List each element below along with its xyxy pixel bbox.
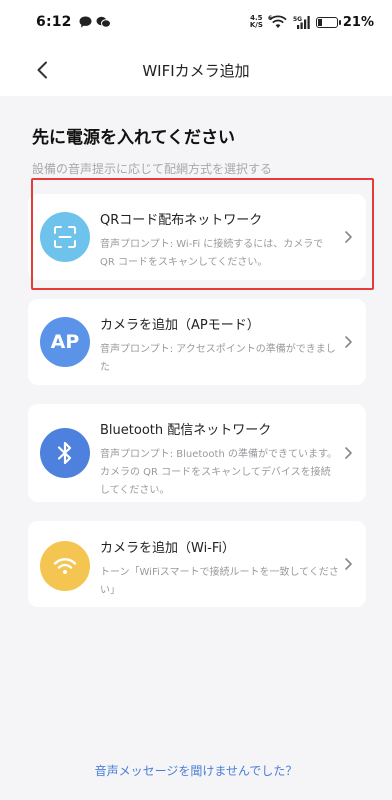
chevron-right-icon bbox=[345, 558, 352, 570]
battery-percent: 21% bbox=[342, 14, 374, 30]
chevron-right-icon bbox=[345, 231, 352, 243]
option-description: 音声プロンプト: Wi-Fi に接続するには、カメラで QR コードをスキャンし… bbox=[100, 239, 324, 268]
svg-text:5G: 5G bbox=[293, 16, 302, 23]
status-right: 4.5 K/S 6 5G 21% bbox=[250, 15, 374, 30]
signal-icon: 5G bbox=[293, 16, 310, 29]
chevron-right-icon bbox=[345, 336, 352, 348]
bluetooth-icon-circle bbox=[40, 428, 90, 478]
option-title: カメラを追加（Wi-Fi） bbox=[100, 541, 236, 556]
section-heading: 先に電源を入れてください bbox=[32, 128, 235, 148]
option-ap-mode[interactable]: AP カメラを追加（APモード） 音声プロンプト: アクセスポイントの準備ができ… bbox=[28, 299, 366, 385]
network-speed: 4.5 K/S bbox=[249, 14, 263, 29]
back-button[interactable] bbox=[30, 58, 54, 82]
option-description: 音声プロンプト: Bluetooth の準備ができています。 カメラの QR コ… bbox=[100, 449, 337, 496]
wifi-icon-circle bbox=[40, 541, 90, 591]
option-title: QRコード配布ネットワーク bbox=[100, 213, 263, 228]
notification-icons bbox=[79, 16, 111, 28]
bluetooth-icon bbox=[57, 441, 72, 465]
chevron-right-icon bbox=[345, 447, 352, 459]
main-content: 先に電源を入れてください 設備の音声提示に応じて配網方式を選択する QRコード配… bbox=[0, 96, 392, 800]
wechat-icon bbox=[96, 16, 111, 28]
option-description: トーン「WiFiスマートで接続ルートを一致してください」 bbox=[100, 567, 339, 596]
status-bar: 6:12 4.5 K/S 6 5G 21% bbox=[0, 0, 392, 44]
option-wifi[interactable]: カメラを追加（Wi-Fi） トーン「WiFiスマートで接続ルートを一致してくださ… bbox=[28, 521, 366, 607]
message-icon bbox=[79, 16, 92, 28]
page-title: WIFIカメラ追加 bbox=[142, 61, 250, 80]
option-title: カメラを追加（APモード） bbox=[100, 318, 260, 333]
battery-icon bbox=[315, 16, 341, 28]
qr-scan-icon bbox=[54, 226, 76, 248]
wifi-icon bbox=[53, 558, 77, 574]
section-subheading: 設備の音声提示に応じて配網方式を選択する bbox=[32, 162, 273, 176]
option-qr-code[interactable]: QRコード配布ネットワーク 音声プロンプト: Wi-Fi に接続するには、カメラ… bbox=[28, 194, 366, 280]
option-description: 音声プロンプト: アクセスポイントの準備ができました bbox=[100, 344, 336, 373]
qr-icon-circle bbox=[40, 212, 90, 262]
option-title: Bluetooth 配信ネットワーク bbox=[100, 423, 272, 438]
option-bluetooth[interactable]: Bluetooth 配信ネットワーク 音声プロンプト: Bluetooth の準… bbox=[28, 404, 366, 502]
chevron-left-icon bbox=[37, 61, 47, 79]
ap-icon-circle: AP bbox=[40, 317, 90, 367]
ap-icon: AP bbox=[50, 331, 80, 353]
nav-bar: WIFIカメラ追加 bbox=[0, 44, 392, 96]
wifi-status-icon: 6 bbox=[268, 15, 287, 28]
svg-text:6: 6 bbox=[268, 15, 272, 22]
status-time: 6:12 bbox=[36, 14, 72, 30]
voice-help-link[interactable]: 音声メッセージを聞けませんでした？ bbox=[0, 762, 392, 779]
